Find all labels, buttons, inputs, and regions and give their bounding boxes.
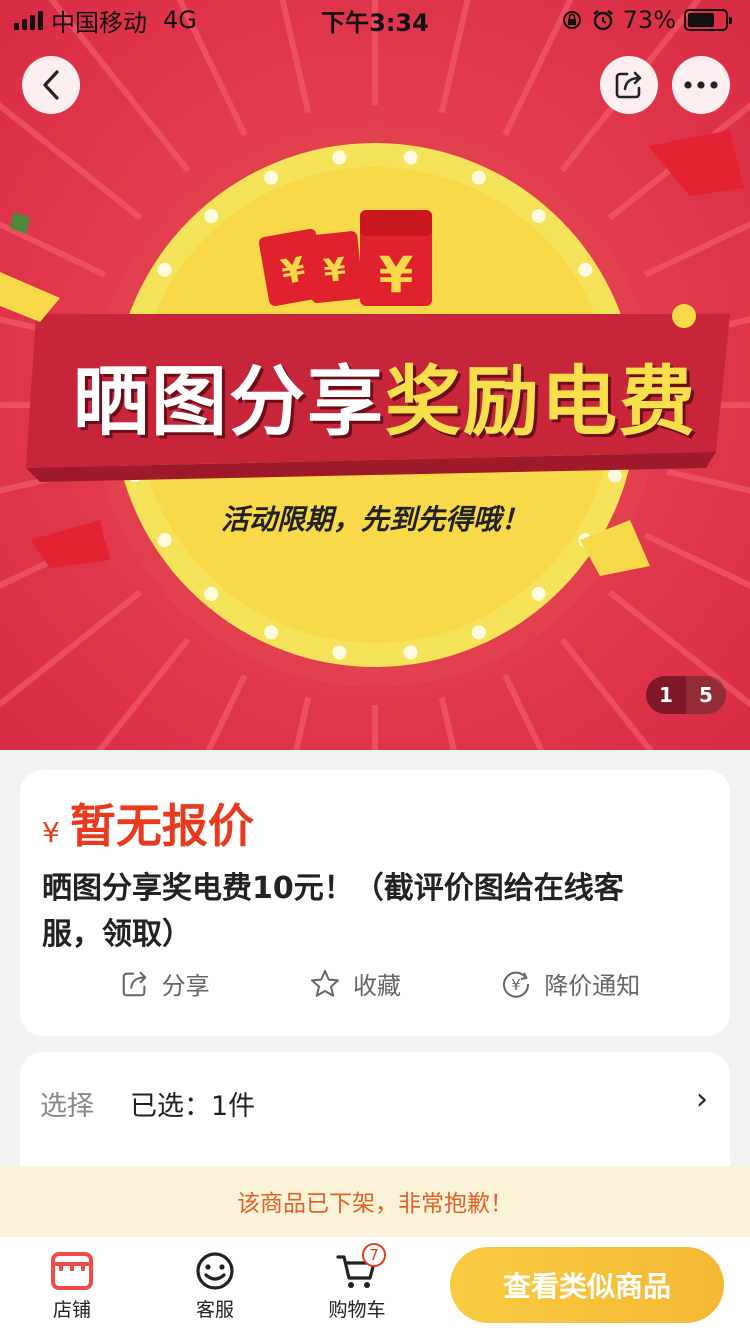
shop-tab[interactable]: 店铺 xyxy=(27,1251,117,1322)
carrier-label: 中国移动 xyxy=(51,8,147,37)
share-icon xyxy=(122,971,146,996)
more-dots-icon xyxy=(684,81,718,89)
bottom-action-bar: 店铺 客服 7 购物车 查看类似商品 xyxy=(0,1236,750,1334)
banner-subline: 活动限期，先到先得哦！ xyxy=(220,503,529,536)
share-action-label: 分享 xyxy=(161,972,210,1000)
shop-tab-label: 店铺 xyxy=(52,1299,91,1321)
battery-percent: 73% xyxy=(622,6,676,34)
signal-icon xyxy=(14,10,43,30)
shop-icon xyxy=(51,1252,93,1290)
banner-bulb xyxy=(607,468,622,483)
svg-text:¥: ¥ xyxy=(322,250,348,290)
spec-select-value: 已选：1件 xyxy=(130,1091,256,1122)
view-similar-button[interactable]: 查看类似商品 xyxy=(450,1247,724,1323)
product-actions: 分享 收藏 ¥ 降价通知 xyxy=(20,966,730,1001)
back-button[interactable] xyxy=(22,56,80,114)
share-button[interactable] xyxy=(600,56,658,114)
spec-select-label: 选择 xyxy=(40,1091,94,1122)
banner-bulb xyxy=(471,170,486,185)
cart-count-badge: 7 xyxy=(362,1243,386,1267)
pager-total: 5 xyxy=(699,683,713,707)
price-alert-action-label: 降价通知 xyxy=(544,972,641,1000)
image-pager: 1 5 xyxy=(646,676,726,714)
banner-bulb xyxy=(204,209,219,224)
banner-headline: 晒图分享 奖励电费 xyxy=(40,340,730,450)
rotation-lock-icon xyxy=(562,11,581,29)
cart-tab-label: 购物车 xyxy=(328,1299,386,1321)
price-alert-action[interactable]: ¥ 降价通知 xyxy=(500,966,640,1001)
banner-bulb xyxy=(332,150,347,165)
network-label: 4G xyxy=(163,6,197,34)
status-bar-left: 中国移动 4G xyxy=(14,3,197,38)
spec-select-row[interactable]: 选择 已选：1件 › xyxy=(20,1052,730,1182)
banner-bulb xyxy=(157,262,172,277)
banner-bulb xyxy=(264,170,279,185)
svg-text:¥: ¥ xyxy=(512,976,522,994)
customer-service-icon xyxy=(196,1252,234,1290)
banner-headline-part1: 晒图分享 xyxy=(73,357,385,446)
status-bar: 中国移动 4G 下午3:34 73% xyxy=(0,0,750,40)
alarm-icon xyxy=(592,10,613,31)
banner-bulb xyxy=(531,586,546,601)
banner-bulb xyxy=(531,209,546,224)
price-drop-icon: ¥ xyxy=(503,971,530,998)
pager-current: 1 xyxy=(646,676,686,714)
banner-bulb xyxy=(332,645,347,660)
favorite-action-label: 收藏 xyxy=(352,972,401,1000)
price-currency: ¥ xyxy=(42,816,60,849)
share-icon xyxy=(615,71,642,99)
banner-bulb xyxy=(204,586,219,601)
favorite-action[interactable]: 收藏 xyxy=(309,966,401,1001)
price-row: ¥ 暂无报价 xyxy=(42,790,708,856)
chevron-left-icon xyxy=(43,70,59,100)
banner-bulb xyxy=(264,625,279,640)
product-title: 晒图分享奖电费10元！（截评价图给在线客服，领取） xyxy=(42,871,624,952)
banner-bulb xyxy=(403,645,418,660)
banner-headline-part2: 奖励电费 xyxy=(385,357,697,446)
cart-tab[interactable]: 7 购物车 xyxy=(312,1243,402,1322)
delisted-notice: 该商品已下架，非常抱歉！ xyxy=(0,1166,750,1236)
more-button[interactable] xyxy=(672,56,730,114)
product-info-card: ¥ 暂无报价 晒图分享奖电费10元！（截评价图给在线客服，领取） 分享 收藏 ¥… xyxy=(20,770,730,1036)
star-icon xyxy=(310,969,339,997)
customer-service-label: 客服 xyxy=(195,1299,234,1321)
banner-bulb xyxy=(403,150,418,165)
status-bar-right: 73% xyxy=(561,6,732,34)
battery-icon xyxy=(684,9,732,31)
share-action[interactable]: 分享 xyxy=(120,966,210,1001)
chevron-right-icon: › xyxy=(696,1082,708,1117)
banner-bulb xyxy=(578,262,593,277)
price-value: 暂无报价 xyxy=(69,799,254,853)
svg-text:¥: ¥ xyxy=(379,246,414,304)
banner-bulb xyxy=(471,625,486,640)
customer-service-tab[interactable]: 客服 xyxy=(170,1251,260,1322)
